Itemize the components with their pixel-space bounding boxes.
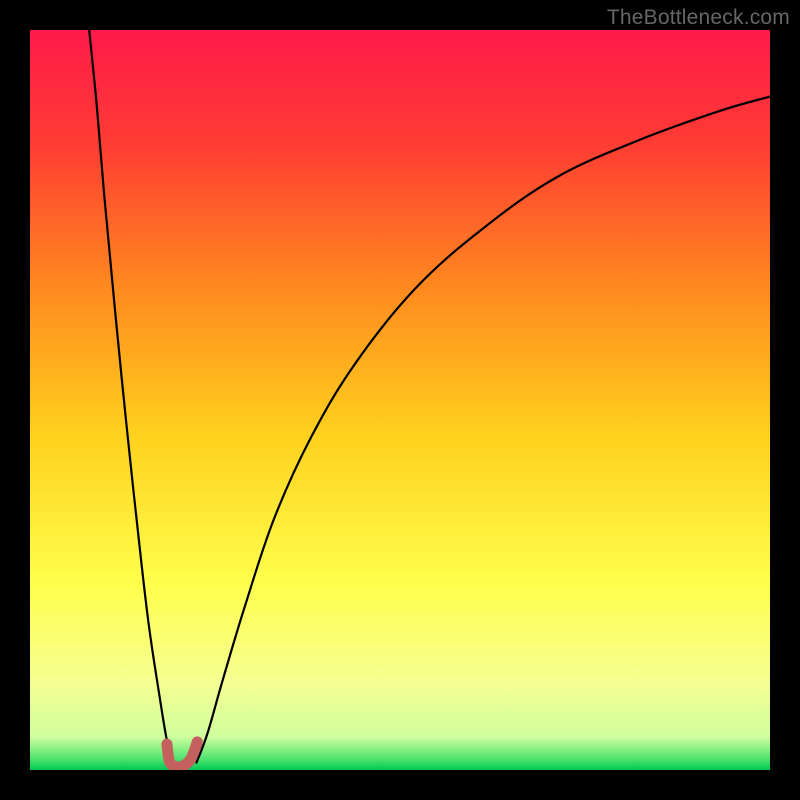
watermark-text: TheBottleneck.com [607,6,790,30]
chart-curves [30,30,770,770]
curve-right-branch [197,97,771,763]
curve-bottom-nub [167,742,197,767]
chart-frame: TheBottleneck.com [0,0,800,800]
plot-area [30,30,770,770]
curve-left-branch [89,30,173,763]
